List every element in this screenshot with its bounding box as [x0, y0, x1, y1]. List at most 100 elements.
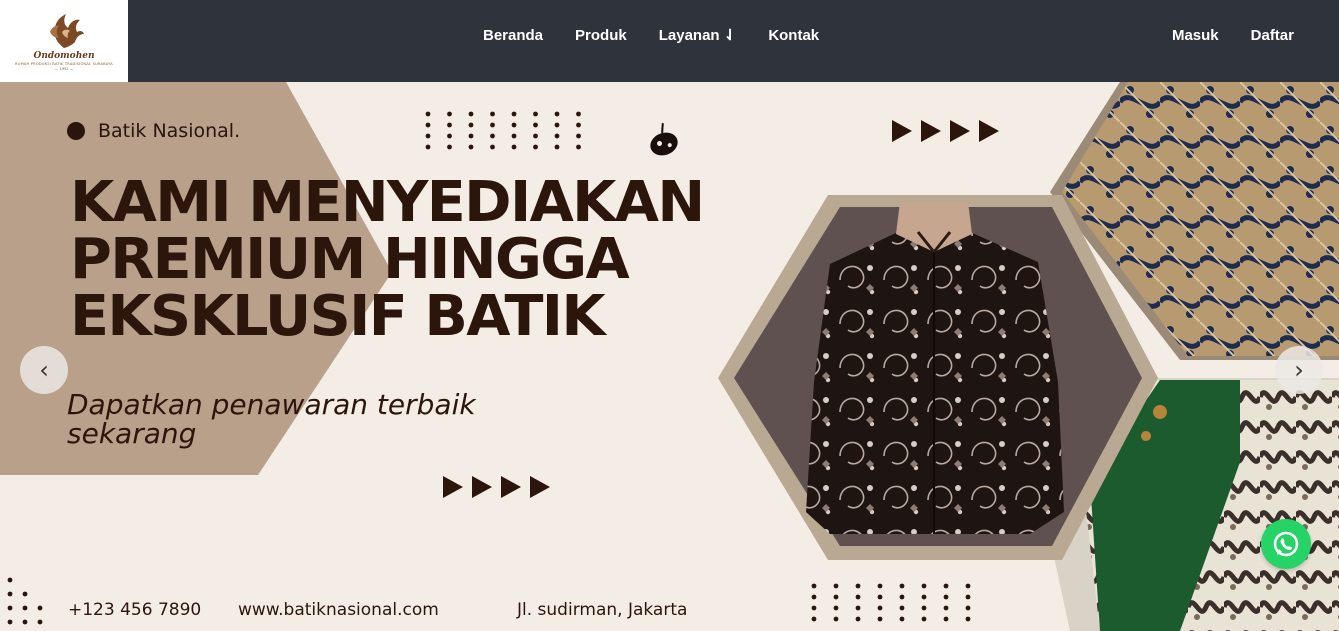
headline-line-1: KAMI MENYEDIAKAN — [70, 170, 705, 235]
nav-link-layanan-dropdown[interactable]: Layanan ⇃ — [659, 26, 737, 44]
decor-dot — [877, 605, 883, 611]
decor-dot — [811, 583, 817, 589]
decor-dot — [511, 122, 517, 128]
decor-dot — [533, 111, 538, 117]
contact-website: www.batiknasional.com — [238, 600, 439, 620]
logo-year: — 1952 — — [54, 66, 74, 71]
decor-dot — [554, 122, 560, 128]
decor-dot — [877, 583, 883, 589]
decor-dot — [965, 594, 971, 600]
decor-dot — [855, 594, 861, 600]
brand-bullet — [67, 122, 85, 140]
decor-dot — [965, 605, 971, 611]
chevron-left-icon: ‹ — [39, 356, 49, 384]
decor-dot — [965, 583, 971, 589]
decor-dot — [425, 111, 431, 117]
site-logo[interactable]: Ondomohen RUMAH PRODUKSI BATIK TRADISION… — [0, 0, 128, 82]
decor-dot — [490, 144, 495, 150]
decor-dot — [490, 122, 495, 128]
register-link[interactable]: Daftar — [1251, 27, 1294, 44]
decor-dot — [877, 594, 883, 600]
decor-dot — [22, 591, 28, 597]
decor-dot — [490, 133, 495, 139]
logo-emblem-icon — [50, 13, 84, 48]
decor-dot — [965, 616, 971, 622]
decor-dot — [921, 594, 927, 600]
decor-dot — [533, 133, 538, 139]
decor-dot — [943, 594, 949, 600]
decor-dot — [877, 616, 883, 622]
brand-label: Batik Nasional. — [67, 120, 240, 142]
login-link[interactable]: Masuk — [1172, 27, 1219, 44]
main-nav: Beranda Produk Layanan ⇃ Kontak — [483, 0, 819, 70]
decor-dot — [425, 133, 431, 139]
decor-dot — [7, 605, 13, 611]
contact-phone: +123 456 7890 — [68, 600, 202, 620]
headline-line-2: PREMIUM HINGGA — [70, 227, 630, 292]
subline-line-2: sekarang — [67, 417, 197, 450]
decor-dot — [855, 583, 861, 589]
nav-link-beranda[interactable]: Beranda — [483, 27, 543, 44]
headline-line-3: EKSKLUSIF BATIK — [70, 284, 606, 349]
decor-dot — [425, 144, 431, 150]
decor-dot — [921, 583, 927, 589]
decor-dot — [899, 594, 905, 600]
decor-dot — [447, 111, 452, 117]
decor-dot — [921, 605, 927, 611]
decor-dot — [943, 583, 949, 589]
decor-dot — [37, 605, 43, 611]
decor-dot — [576, 122, 581, 128]
hero-subline: Dapatkan penawaran terbaik sekarang — [67, 390, 567, 448]
decor-dot — [943, 605, 949, 611]
hero-carousel: Batik Nasional. KAMI MENYEDIAKAN PREMIUM… — [0, 82, 1339, 631]
decor-dot — [899, 605, 905, 611]
decor-dot — [511, 144, 517, 150]
auth-nav: Masuk Daftar — [1172, 0, 1294, 70]
decor-dot — [468, 111, 474, 117]
decor-dot — [899, 616, 905, 622]
whatsapp-button[interactable] — [1261, 519, 1311, 569]
decor-dot — [468, 133, 474, 139]
decor-dot — [554, 111, 560, 117]
decor-dot — [576, 111, 581, 117]
nav-link-produk[interactable]: Produk — [575, 27, 627, 44]
decor-dot — [576, 144, 581, 150]
hero-headline: KAMI MENYEDIAKAN PREMIUM HINGGA EKSKLUSI… — [70, 174, 784, 345]
decor-dot — [554, 144, 560, 150]
decor-dot — [22, 619, 28, 625]
decor-dot — [447, 144, 452, 150]
decor-dot — [855, 605, 861, 611]
chevron-right-icon: › — [1294, 356, 1304, 384]
decor-dot — [833, 594, 839, 600]
decor-dot — [7, 619, 13, 625]
carousel-prev-button[interactable]: ‹ — [20, 346, 68, 394]
nav-link-kontak[interactable]: Kontak — [768, 27, 819, 44]
navbar: Ondomohen RUMAH PRODUKSI BATIK TRADISION… — [0, 0, 1339, 82]
decor-dot — [7, 577, 13, 583]
decor-dot — [490, 111, 495, 117]
decor-dot — [833, 616, 839, 622]
decor-dot — [7, 591, 13, 597]
decor-dot — [554, 133, 560, 139]
decor-dot — [576, 133, 581, 139]
decor-dot — [899, 583, 905, 589]
decor-dot — [425, 122, 431, 128]
decor-dot — [943, 616, 949, 622]
decor-dot — [447, 122, 452, 128]
decor-dot — [533, 144, 538, 150]
decor-dot — [511, 133, 517, 139]
decor-dot — [468, 144, 474, 150]
logo-tagline: RUMAH PRODUKSI BATIK TRADISIONAL SURABAY… — [15, 61, 113, 66]
logo-name: Ondomohen — [33, 50, 95, 61]
decor-dot — [37, 619, 43, 625]
decor-dot — [468, 122, 474, 128]
decor-dot — [811, 605, 817, 611]
carousel-next-button[interactable]: › — [1275, 346, 1323, 394]
decor-dot — [811, 616, 817, 622]
decor-dot — [833, 605, 839, 611]
contact-address: Jl. sudirman, Jakarta — [517, 600, 688, 620]
hero-banner-image — [0, 82, 1339, 631]
brand-text: Batik Nasional. — [98, 120, 241, 142]
decor-dot — [533, 122, 538, 128]
decor-dot — [833, 583, 839, 589]
